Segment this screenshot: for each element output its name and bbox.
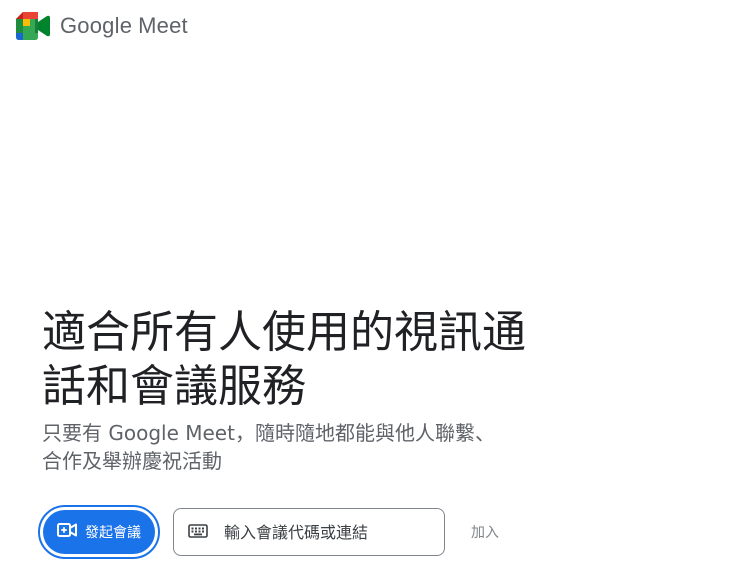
brand-product-text: Meet	[138, 13, 188, 38]
keyboard-icon	[188, 523, 208, 542]
new-meeting-button[interactable]: 發起會議	[38, 505, 160, 559]
meeting-code-field[interactable]	[173, 508, 445, 556]
meeting-code-input[interactable]	[224, 522, 424, 542]
new-meeting-button-body[interactable]: 發起會議	[43, 510, 155, 554]
brand-google-text: Google	[60, 13, 133, 38]
new-meeting-label: 發起會議	[85, 525, 141, 541]
google-meet-logo-icon	[16, 12, 50, 40]
brand-header[interactable]: Google Meet	[16, 10, 188, 42]
meeting-actions: 發起會議 加入	[38, 505, 499, 559]
video-plus-icon	[57, 522, 85, 542]
join-button[interactable]: 加入	[471, 522, 499, 542]
hero-subline: 只要有 Google Meet，隨時隨地都能與他人聯繫、合作及舉辦慶祝活動	[42, 421, 495, 473]
hero-headline: 適合所有人使用的視訊通話和會議服務	[42, 307, 526, 412]
brand-wordmark: Google Meet	[60, 13, 188, 39]
